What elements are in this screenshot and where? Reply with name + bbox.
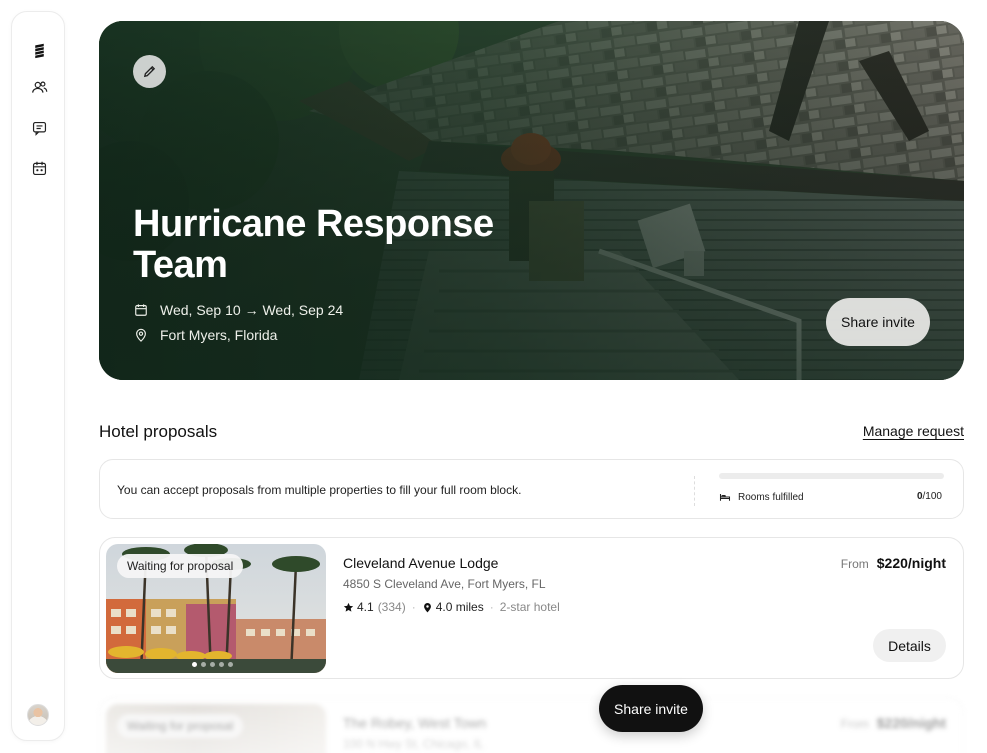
price-amount: $220/night (876, 715, 946, 731)
rooms-progress-bar (719, 473, 944, 479)
floating-share-invite-button[interactable]: Share invite (599, 685, 703, 732)
info-text: You can accept proposals from multiple p… (117, 483, 522, 497)
event-dates-text: Wed, Sep 10 → Wed, Sep 24 (160, 302, 344, 318)
location-pin-icon (136, 328, 146, 342)
edit-button[interactable] (133, 55, 166, 88)
hotel-stats: 4.1 (334) · 4.0 miles · 2-star hotel (343, 600, 560, 614)
event-location-text: Fort Myers, Florida (160, 327, 278, 343)
rooms-total: /100 (922, 491, 942, 502)
hotel-address: 100 N Hwy St, Chicago, IL (343, 737, 484, 751)
hotel-price: From $220/night (841, 555, 946, 571)
separator: · (489, 600, 494, 614)
price-prefix: From (840, 717, 869, 731)
logo-icon[interactable] (25, 36, 53, 64)
event-dates: Wed, Sep 10 → Wed, Sep 24 (134, 302, 343, 318)
divider (694, 476, 695, 506)
app-root: Hurricane Response Team Wed, Sep 10 → We… (0, 0, 987, 753)
room-block-info: You can accept proposals from multiple p… (99, 459, 964, 519)
hotel-rating: 4.1 (357, 600, 374, 614)
price-amount: $220/night (876, 555, 946, 571)
hotel-name[interactable]: Cleveland Avenue Lodge (343, 555, 498, 571)
hotel-photo[interactable]: Waiting for proposal (106, 544, 326, 673)
location-pin-icon (423, 602, 431, 612)
section-title: Hotel proposals (99, 422, 218, 441)
carousel-dot[interactable] (201, 662, 206, 667)
carousel-dot[interactable] (210, 662, 215, 667)
carousel-dot[interactable] (228, 662, 233, 667)
photo-carousel-dots[interactable] (192, 662, 233, 667)
details-button[interactable]: Details (873, 629, 946, 662)
hotel-name[interactable]: The Robey, West Town (343, 715, 486, 731)
carousel-dot[interactable] (219, 662, 224, 667)
hotel-star-class: 2-star hotel (499, 600, 560, 614)
rooms-count: 0/100 (917, 491, 942, 502)
status-badge: Waiting for proposal (117, 714, 244, 738)
chat-icon[interactable] (25, 114, 53, 142)
pencil-icon (143, 65, 156, 78)
page-title: Hurricane Response Team (133, 203, 494, 286)
hotel-card[interactable]: Waiting for proposal The Robey, West Tow… (99, 697, 964, 753)
price-prefix: From (840, 557, 869, 571)
event-location: Fort Myers, Florida (134, 327, 277, 343)
avatar[interactable] (27, 704, 49, 726)
hero-banner: Hurricane Response Team Wed, Sep 10 → We… (99, 21, 964, 380)
hotel-distance: 4.0 miles (435, 600, 484, 614)
calendar-icon (135, 304, 147, 316)
carousel-dot[interactable] (192, 662, 197, 667)
hotel-price: From $220/night (841, 715, 946, 731)
hero-share-invite-button[interactable]: Share invite (826, 298, 930, 346)
hotel-card[interactable]: Waiting for proposal Cleveland Avenue Lo… (99, 537, 964, 679)
separator: · (411, 600, 416, 614)
manage-request-link[interactable]: Manage request (863, 423, 964, 439)
star-icon (343, 602, 354, 612)
users-icon[interactable] (25, 73, 53, 101)
bed-icon (719, 494, 731, 501)
sidebar (11, 11, 65, 741)
rooms-label-text: Rooms fulfilled (738, 491, 804, 503)
rooms-label: Rooms fulfilled (719, 491, 804, 503)
hotel-address: 4850 S Cleveland Ave, Fort Myers, FL (343, 577, 546, 591)
hotel-reviews: (334) (377, 600, 406, 614)
status-badge: Waiting for proposal (117, 554, 244, 578)
calendar-icon[interactable] (25, 154, 53, 182)
